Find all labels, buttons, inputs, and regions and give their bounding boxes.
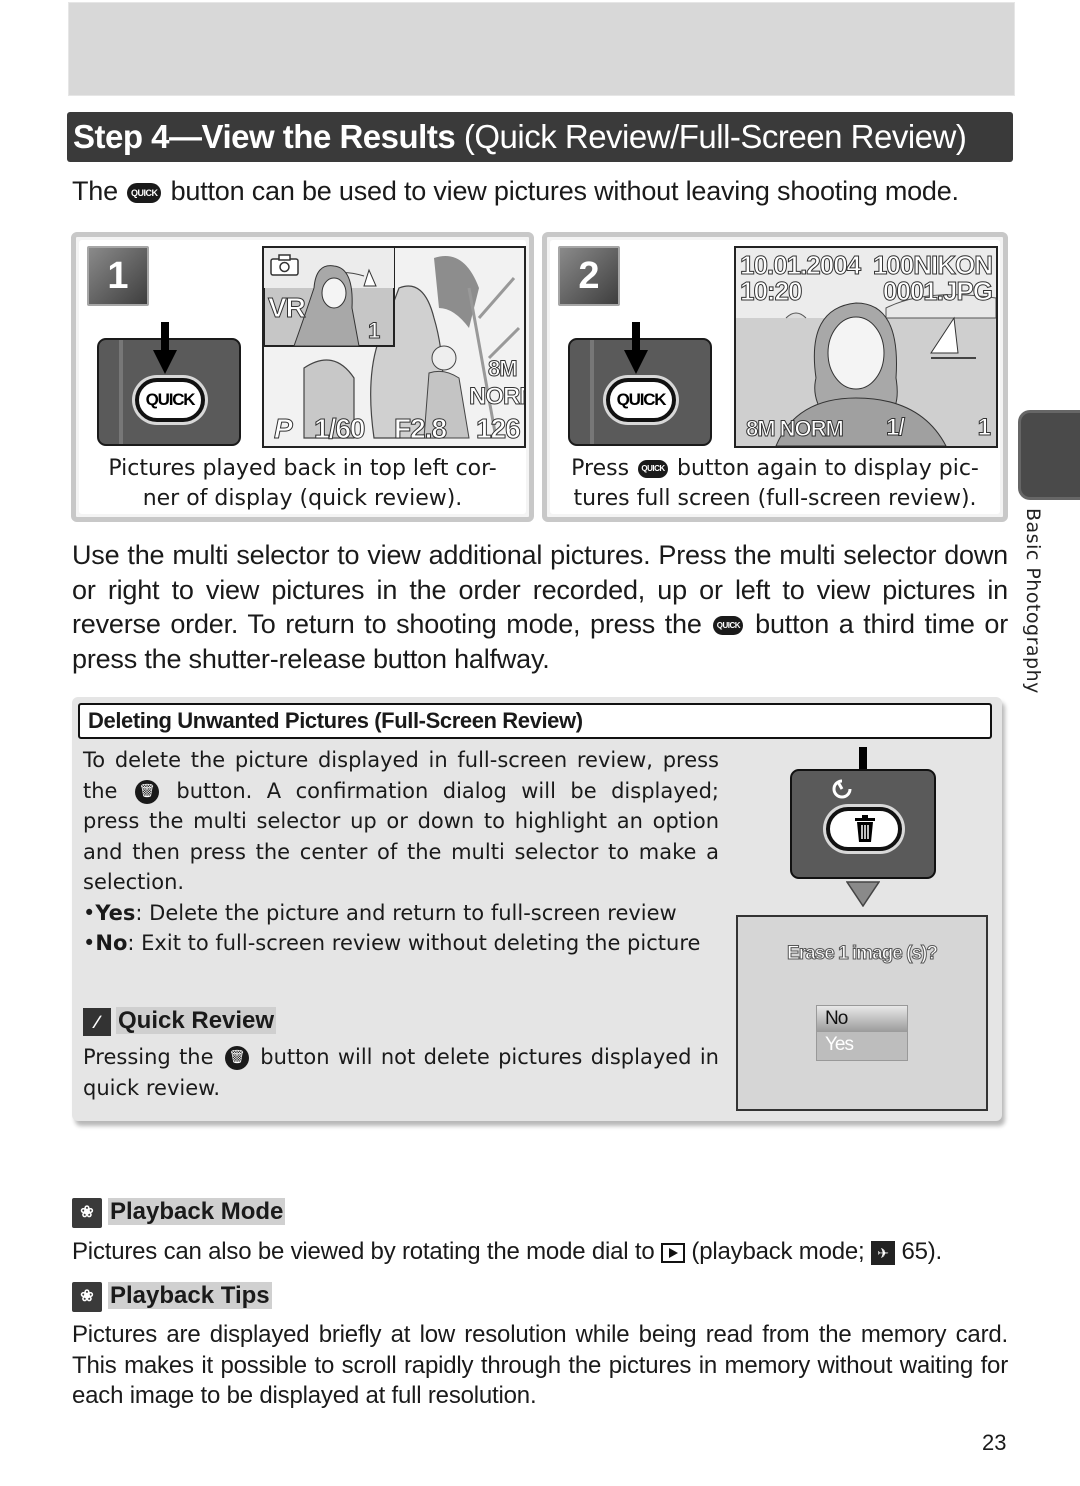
lcd-quick-review: VR 1 8M NORM P 1/60 F2.8 126 xyxy=(262,246,526,448)
title-main: Step 4—View the Results xyxy=(73,118,456,155)
tip-heading-label: Playback Tips xyxy=(108,1282,272,1310)
step-2-panel: 2 QUICK 10.01.2004 10:20 100NIKON 0001.J… xyxy=(542,232,1008,522)
intro-before: The xyxy=(72,176,118,206)
caption-press: Press xyxy=(571,456,630,481)
caption-line: ner of display (quick review). xyxy=(142,486,463,511)
tip-text: (playback mode; xyxy=(691,1238,865,1265)
bullet-desc: : Delete the picture and return to full-… xyxy=(135,900,677,925)
delete-instructions: To delete the picture displayed in full-… xyxy=(83,745,719,959)
intro-text: The QUICK button can be used to view pic… xyxy=(72,176,959,207)
image-size: 8M xyxy=(488,356,519,382)
quick-button: QUICK xyxy=(606,378,676,422)
tip-text: Pictures can also be viewed by rotating … xyxy=(72,1238,655,1265)
intro-after: button can be used to view pictures with… xyxy=(170,176,959,206)
trash-button-icon: 🗑 xyxy=(224,1046,249,1070)
step-number: 1 xyxy=(87,246,149,306)
bullet-term: Yes xyxy=(95,900,136,925)
quick-button: QUICK xyxy=(135,378,205,422)
frame-number: 1/ xyxy=(885,414,905,442)
deleting-pictures-box: Deleting Unwanted Pictures (Full-Screen … xyxy=(72,697,1002,1121)
size-quality: 8M NORM xyxy=(746,416,845,442)
exposures-remaining: 126 xyxy=(476,413,522,445)
down-arrow-icon xyxy=(153,322,177,374)
tip-heading-label: Playback Mode xyxy=(108,1198,286,1226)
dialog-question: Erase 1 image (s)? xyxy=(787,943,939,965)
bullet-yes: •Yes: Delete the picture and return to f… xyxy=(83,900,677,925)
caption-rest: button again to display pic- xyxy=(677,456,979,481)
page-title: Step 4—View the Results (Quick Review/Fu… xyxy=(67,112,1013,162)
quick-review-note-text: Pressing the 🗑 button will not delete pi… xyxy=(83,1042,719,1103)
camera-mode-icon xyxy=(270,254,299,276)
playback-mode-text: Pictures can also be viewed by rotating … xyxy=(72,1237,1008,1268)
bullet-term: No xyxy=(95,931,128,955)
option-no[interactable]: No xyxy=(817,1006,907,1032)
step-number: 2 xyxy=(558,246,620,306)
page-reference[interactable]: 65). xyxy=(901,1238,942,1265)
image-quality: NORM xyxy=(468,383,524,411)
playback-tips-heading: ❀ Playback Tips xyxy=(72,1282,272,1312)
self-timer-icon xyxy=(832,779,852,799)
section-label: Basic Photography xyxy=(1022,508,1044,694)
header-band xyxy=(68,2,1015,96)
tip-bulb-icon: ❀ xyxy=(72,1198,102,1228)
quick-review-note-heading: ∕ Quick Review xyxy=(83,1007,277,1036)
option-yes[interactable]: Yes xyxy=(817,1032,907,1058)
quick-button-icon: QUICK xyxy=(713,616,744,636)
tip-bulb-icon: ❀ xyxy=(72,1282,102,1312)
bullet-no: •No: Exit to full-screen review without … xyxy=(83,931,701,955)
page-number: 23 xyxy=(982,1430,1007,1455)
aperture: F2.8 xyxy=(393,413,447,445)
caption-line: Press QUICK button again to display pic- xyxy=(550,454,1000,484)
trash-button-illustration xyxy=(790,769,936,879)
paperclip-icon: ∕ xyxy=(83,1007,111,1036)
caption-line: Pictures played back in top left cor- xyxy=(108,456,497,481)
bullet-desc: : Exit to full-screen review without del… xyxy=(127,931,701,955)
down-arrow-icon xyxy=(624,322,648,374)
capture-time: 10:20 xyxy=(740,276,803,307)
trash-button-icon: 🗑 xyxy=(134,779,159,804)
quick-button-icon: QUICK xyxy=(638,460,669,478)
vr-indicator: VR xyxy=(268,292,307,324)
multi-selector-paragraph: Use the multi selector to view additiona… xyxy=(72,538,1008,676)
playback-mode-heading: ❀ Playback Mode xyxy=(72,1198,286,1228)
inset-frame-count: 1 xyxy=(367,318,380,344)
step-1-caption: Pictures played back in top left cor- ne… xyxy=(79,454,526,514)
playback-tips-text: Pictures are displayed briefly at low re… xyxy=(72,1321,1008,1409)
delete-text: button. A confirmation dialog will be di… xyxy=(83,778,719,895)
trash-icon xyxy=(855,815,875,842)
step-1-panel: 1 QUICK VR 1 8M NOR P 1/60 F2.8 126 Pict… xyxy=(71,232,534,522)
exposure-mode: P xyxy=(274,413,294,445)
section-tab[interactable] xyxy=(1018,410,1080,500)
caption-line: tures full screen (full-screen review). xyxy=(573,486,977,511)
down-triangle-icon xyxy=(846,881,880,907)
lcd-full-screen-review: 10.01.2004 10:20 100NIKON 0001.JPG 8M NO… xyxy=(734,246,998,448)
file-name: 0001.JPG xyxy=(882,276,993,307)
note-text: Pressing the xyxy=(83,1045,214,1069)
note-heading-label: Quick Review xyxy=(116,1007,277,1034)
erase-confirmation-dialog: Erase 1 image (s)? No Yes xyxy=(736,915,988,1111)
shutter-speed: 1/60 xyxy=(314,413,366,445)
page-reference-icon: ✈ xyxy=(870,1240,895,1265)
quick-button-icon: QUICK xyxy=(127,182,162,203)
title-sub: (Quick Review/Full-Screen Review) xyxy=(463,118,967,155)
dialog-options: No Yes xyxy=(816,1005,908,1061)
delete-box-heading: Deleting Unwanted Pictures (Full-Screen … xyxy=(78,703,992,739)
step-2-caption: Press QUICK button again to display pic-… xyxy=(550,454,1000,514)
frame-total: 1 xyxy=(977,414,991,442)
trash-button xyxy=(826,807,902,851)
playback-mode-icon xyxy=(660,1242,685,1263)
